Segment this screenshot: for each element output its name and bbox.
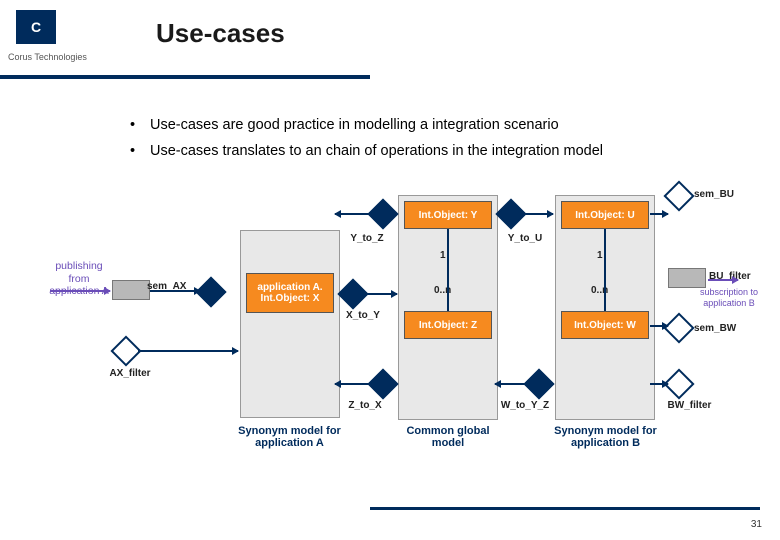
y-to-u-label: Y_to_U bbox=[500, 233, 550, 245]
int-w-box: Int.Object: W bbox=[561, 311, 649, 339]
input-label: publishing from application A bbox=[44, 260, 114, 298]
connector bbox=[365, 293, 397, 295]
integration-diagram: publishing from application A sem_AX AX_… bbox=[50, 195, 740, 470]
connector bbox=[650, 383, 668, 385]
col-a-caption: Synonym model for application A bbox=[232, 425, 347, 449]
app-a-box: application A. Int.Object: X bbox=[246, 273, 334, 313]
sem-ax-box bbox=[112, 280, 150, 300]
slide-header: C Use-cases bbox=[0, 0, 780, 49]
w-to-yz-label: W_to_Y_Z bbox=[490, 400, 560, 412]
connector-vertical bbox=[604, 229, 606, 311]
diamond-icon bbox=[110, 335, 141, 366]
slide-title: Use-cases bbox=[156, 18, 285, 49]
col-common-caption: Common global model bbox=[398, 425, 498, 449]
int-z-text: Int.Object: Z bbox=[419, 320, 477, 331]
y-to-z-label: Y_to_Z bbox=[342, 233, 392, 245]
brand-caption: Corus Technologies bbox=[8, 52, 87, 62]
int-u-box: Int.Object: U bbox=[561, 201, 649, 229]
int-y-box: Int.Object: Y bbox=[404, 201, 492, 229]
logo-letter: C bbox=[31, 19, 41, 35]
connector bbox=[650, 213, 668, 215]
connector bbox=[650, 325, 668, 327]
connector bbox=[495, 383, 550, 385]
connector bbox=[150, 290, 200, 292]
brand-logo: C bbox=[16, 10, 56, 44]
diamond-icon bbox=[495, 198, 526, 229]
z-to-x-label: Z_to_X bbox=[340, 400, 390, 412]
card-one-b: 1 bbox=[597, 250, 603, 262]
connector bbox=[523, 213, 553, 215]
connector bbox=[335, 213, 373, 215]
column-syn-a bbox=[240, 230, 340, 418]
connector bbox=[138, 350, 238, 352]
diamond-icon bbox=[663, 180, 694, 211]
ax-filter-label: AX_filter bbox=[105, 368, 155, 380]
bw-filter-label: BW_filter bbox=[662, 400, 717, 412]
sem-bw-label: sem_BW bbox=[694, 323, 746, 335]
app-a-text: application A. Int.Object: X bbox=[249, 282, 331, 304]
int-w-text: Int.Object: W bbox=[574, 320, 636, 331]
page-number: 31 bbox=[751, 519, 762, 530]
int-y-text: Int.Object: Y bbox=[419, 210, 478, 221]
arrow-output bbox=[708, 279, 738, 281]
connector-vertical bbox=[447, 229, 449, 311]
list-item: •Use-cases translates to an chain of ope… bbox=[130, 141, 710, 163]
bullet-list: •Use-cases are good practice in modellin… bbox=[130, 115, 710, 167]
connector bbox=[335, 383, 395, 385]
footer-rule bbox=[370, 507, 760, 510]
col-b-caption: Synonym model for application B bbox=[548, 425, 663, 449]
bu-filter-box bbox=[668, 268, 706, 288]
sem-bu-label: sem_BU bbox=[694, 189, 744, 201]
title-rule bbox=[0, 75, 370, 79]
bullet-text: Use-cases translates to an chain of oper… bbox=[150, 141, 603, 163]
int-u-text: Int.Object: U bbox=[575, 210, 634, 221]
int-z-box: Int.Object: Z bbox=[404, 311, 492, 339]
output-label: subscription to application B bbox=[698, 287, 760, 309]
x-to-y-label: X_to_Y bbox=[338, 310, 388, 322]
card-one-a: 1 bbox=[440, 250, 446, 262]
diamond-icon bbox=[337, 278, 368, 309]
list-item: •Use-cases are good practice in modellin… bbox=[130, 115, 710, 137]
bullet-text: Use-cases are good practice in modelling… bbox=[150, 115, 559, 137]
